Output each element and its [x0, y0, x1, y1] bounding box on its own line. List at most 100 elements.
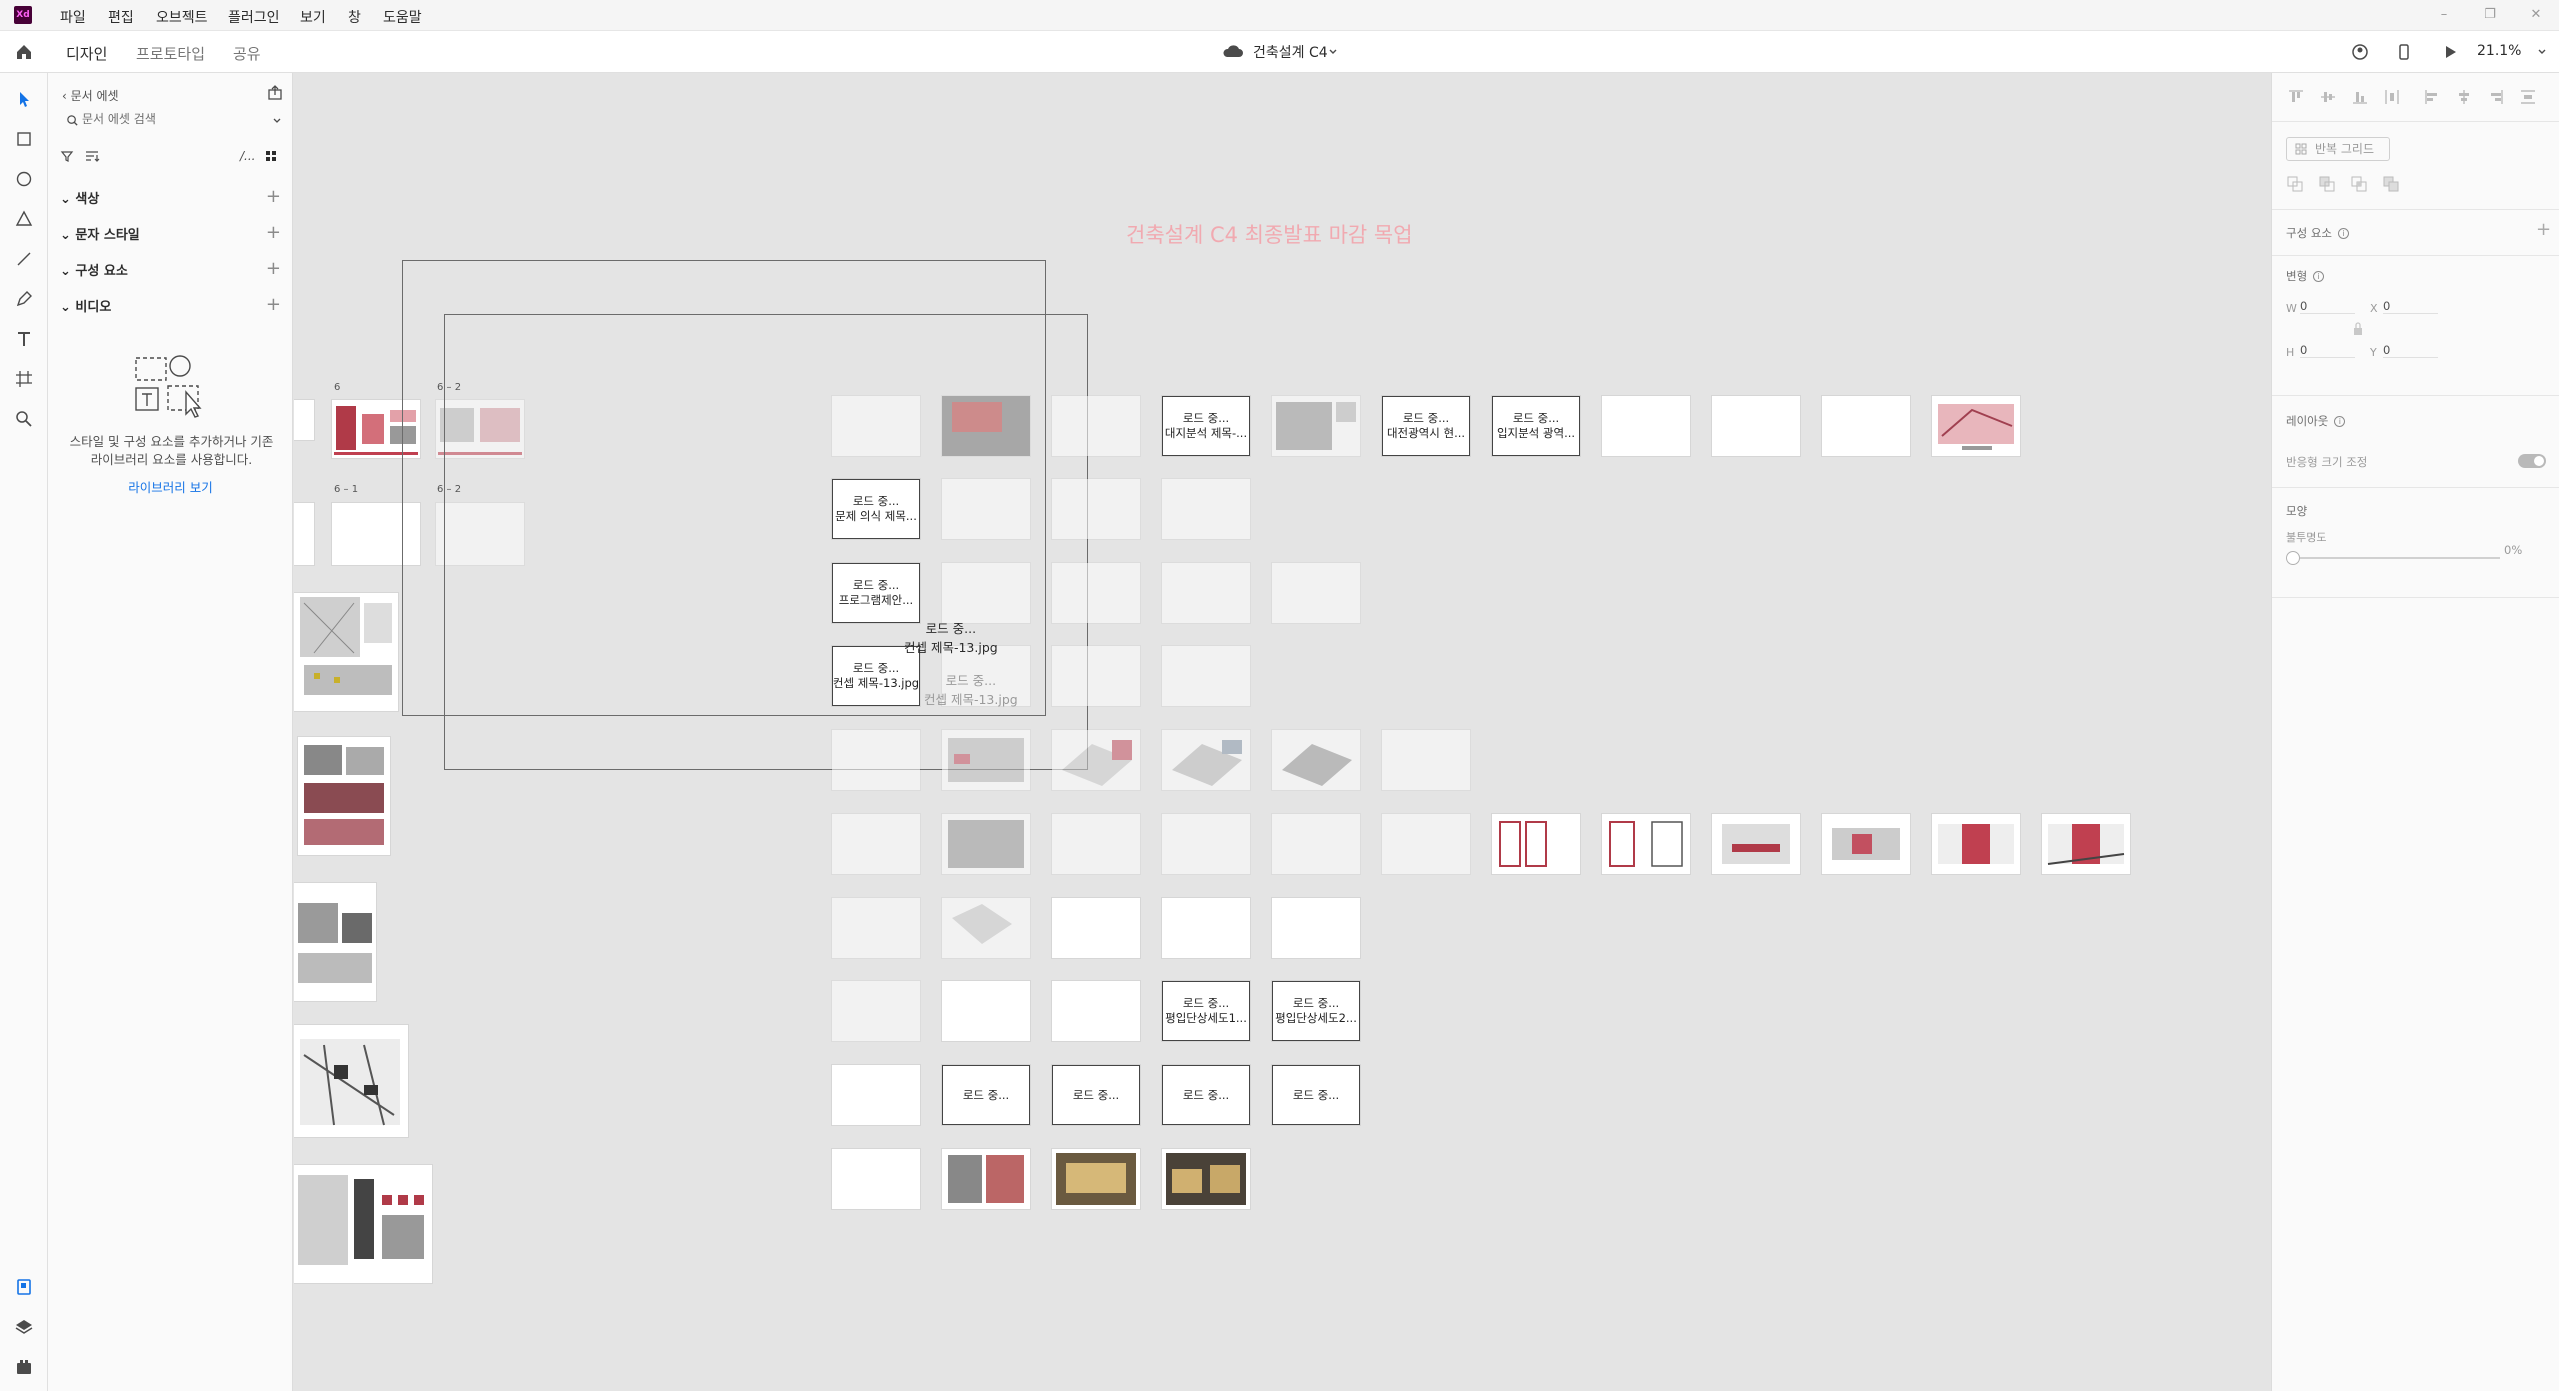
- layers-icon[interactable]: [12, 1315, 36, 1339]
- artboard-render[interactable]: [1932, 396, 2020, 456]
- account-icon[interactable]: [2348, 40, 2372, 64]
- close-icon[interactable]: ✕: [2526, 5, 2546, 25]
- align-bottom-icon[interactable]: [2350, 87, 2370, 107]
- artboard[interactable]: [1052, 730, 1140, 790]
- text-tool-icon[interactable]: [12, 327, 36, 351]
- pen-tool-icon[interactable]: [12, 287, 36, 311]
- artboard[interactable]: [1382, 730, 1470, 790]
- artboard[interactable]: [1052, 396, 1140, 456]
- back-to-document-assets[interactable]: ‹ 문서 에셋: [62, 87, 119, 104]
- align-left-icon[interactable]: [2422, 87, 2442, 107]
- tab-share[interactable]: 공유: [233, 43, 261, 64]
- loading-artboard[interactable]: 로드 중... 문제 의식 제목...: [832, 479, 920, 539]
- boolean-subtract-icon[interactable]: [2318, 175, 2336, 193]
- artboard[interactable]: [1052, 898, 1140, 958]
- info-icon[interactable]: i: [2334, 416, 2346, 427]
- artboard[interactable]: [1052, 563, 1140, 623]
- artboard[interactable]: [294, 400, 314, 440]
- add-component-icon[interactable]: +: [2536, 219, 2551, 240]
- distribute-horizontal-icon[interactable]: [2382, 87, 2402, 107]
- section-colors[interactable]: ⌄ 색상 +: [60, 186, 285, 208]
- opacity-slider-track[interactable]: [2300, 557, 2500, 559]
- responsive-resize-toggle[interactable]: [2518, 454, 2546, 468]
- polygon-tool-icon[interactable]: [12, 207, 36, 231]
- add-character-style-icon[interactable]: +: [266, 222, 281, 243]
- zoom-level[interactable]: 21.1%: [2477, 43, 2521, 59]
- select-tool-icon[interactable]: [12, 87, 36, 111]
- artboard[interactable]: [942, 479, 1030, 539]
- artboard[interactable]: [1602, 396, 1690, 456]
- artboard[interactable]: [1162, 1149, 1250, 1209]
- info-icon[interactable]: i: [2337, 228, 2349, 239]
- y-field[interactable]: [2383, 343, 2438, 358]
- menu-window[interactable]: 창: [348, 7, 361, 27]
- artboard[interactable]: [1492, 814, 1580, 874]
- play-icon[interactable]: [2438, 40, 2462, 64]
- align-center-icon[interactable]: [2454, 87, 2474, 107]
- align-middle-icon[interactable]: [2318, 87, 2338, 107]
- loading-artboard[interactable]: 로드 중... 평입단상세도1...: [1162, 981, 1250, 1041]
- boolean-add-icon[interactable]: [2286, 175, 2304, 193]
- x-field[interactable]: [2383, 299, 2438, 314]
- search-chevron-icon[interactable]: [272, 116, 282, 126]
- info-icon[interactable]: i: [2313, 271, 2325, 282]
- artboard[interactable]: [942, 1149, 1030, 1209]
- filter-icon[interactable]: [60, 149, 74, 163]
- export-icon[interactable]: [266, 84, 284, 102]
- artboard[interactable]: [1272, 814, 1360, 874]
- add-color-icon[interactable]: +: [266, 186, 281, 207]
- loading-artboard[interactable]: 로드 중... 입지분석 광역...: [1492, 396, 1580, 456]
- artboard[interactable]: [832, 814, 920, 874]
- tab-design[interactable]: 디자인: [66, 43, 108, 78]
- document-assets-icon[interactable]: [12, 1275, 36, 1299]
- artboard-section[interactable]: [294, 883, 376, 1001]
- home-icon[interactable]: [13, 41, 35, 63]
- loading-artboard[interactable]: 로드 중...: [1162, 1065, 1250, 1125]
- sort-icon[interactable]: [84, 149, 100, 163]
- artboard[interactable]: [1272, 898, 1360, 958]
- menu-edit[interactable]: 편집: [108, 7, 134, 27]
- artboard[interactable]: [1162, 814, 1250, 874]
- artboard[interactable]: [942, 981, 1030, 1041]
- align-right-icon[interactable]: [2486, 87, 2506, 107]
- plugins-icon[interactable]: [12, 1355, 36, 1379]
- artboard[interactable]: [1382, 814, 1470, 874]
- floating-loading-label[interactable]: 로드 중... 컨셉 제목-13.jpg: [904, 618, 998, 656]
- artboard[interactable]: [832, 730, 920, 790]
- section-video[interactable]: ⌄ 비디오 +: [60, 294, 285, 316]
- artboard-board[interactable]: [294, 1165, 432, 1283]
- menu-plugins[interactable]: 플러그인: [228, 7, 280, 27]
- opacity-value[interactable]: 0%: [2504, 543, 2522, 557]
- canvas[interactable]: 6 6 – 2 6 – 1 6 – 2 건축설계 C4 최종발표 마감 목업 로…: [294, 73, 2271, 1391]
- chevron-down-icon[interactable]: [1328, 47, 1338, 57]
- add-video-icon[interactable]: +: [266, 294, 281, 315]
- artboard[interactable]: [832, 898, 920, 958]
- grid-view-icon[interactable]: [264, 149, 278, 163]
- artboard[interactable]: [1052, 814, 1140, 874]
- view-libraries-link[interactable]: 라이브러리 보기: [48, 477, 293, 496]
- distribute-vertical-icon[interactable]: [2518, 87, 2538, 107]
- artboard-photo[interactable]: [942, 396, 1030, 456]
- repeat-grid-button[interactable]: 반복 그리드: [2286, 137, 2390, 161]
- boolean-exclude-icon[interactable]: [2382, 175, 2400, 193]
- width-field[interactable]: [2300, 299, 2355, 314]
- zoom-tool-icon[interactable]: [12, 407, 36, 431]
- rectangle-tool-icon[interactable]: [12, 127, 36, 151]
- boolean-intersect-icon[interactable]: [2350, 175, 2368, 193]
- menu-help[interactable]: 도움말: [383, 7, 422, 27]
- artboard[interactable]: [1052, 479, 1140, 539]
- loading-artboard[interactable]: 로드 중...: [942, 1065, 1030, 1125]
- lock-aspect-icon[interactable]: [2352, 321, 2364, 337]
- restore-icon[interactable]: ❐: [2480, 5, 2500, 25]
- artboard[interactable]: [1162, 563, 1250, 623]
- artboard-diagrams[interactable]: [298, 737, 390, 855]
- artboard[interactable]: [1712, 814, 1800, 874]
- tab-prototype[interactable]: 프로토타입: [136, 43, 205, 64]
- document-title[interactable]: 건축설계 C4: [1253, 42, 1328, 62]
- artboard[interactable]: [832, 1149, 920, 1209]
- artboard-site-plan[interactable]: [294, 1025, 408, 1137]
- artboard-tool-icon[interactable]: [12, 367, 36, 391]
- artboard[interactable]: [1822, 814, 1910, 874]
- height-field[interactable]: [2300, 343, 2355, 358]
- artboard[interactable]: [1162, 646, 1250, 706]
